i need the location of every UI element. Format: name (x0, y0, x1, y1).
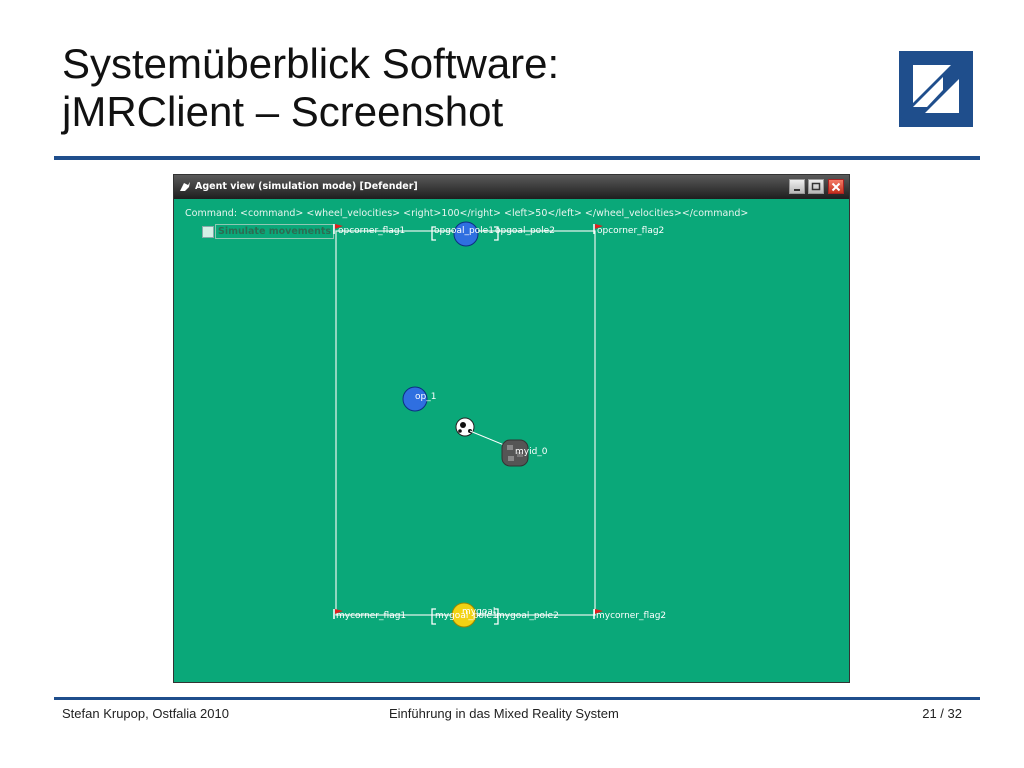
soccer-ball-icon (455, 417, 475, 437)
op-1-label: op_1 (415, 392, 436, 402)
ostfalia-logo-icon (899, 51, 973, 127)
opgoal-pole1-label: opgoal_pole1 (434, 226, 494, 236)
mygoal-pole2-label: mygoal_pole2 (496, 611, 559, 621)
slide-title-line1: Systemüberblick Software: (62, 40, 560, 87)
footer-rule (54, 697, 980, 700)
footer-topic: Einführung in das Mixed Reality System (389, 706, 619, 721)
footer-page-number: 21 / 32 (922, 706, 962, 721)
field-view: opcorner_flag1 opcorner_flag2 opgoal_pol… (333, 221, 666, 628)
mygoal-keeper-label: mygoal (462, 607, 495, 617)
agent-view-window: Agent view (simulation mode) [Defender] … (173, 174, 850, 683)
slide-title-line2: jMRClient – Screenshot (62, 88, 504, 135)
mycorner-flag1-label: mycorner_flag1 (336, 611, 406, 621)
myid-0-label: myid_0 (515, 447, 548, 457)
mycorner-flag2-label: mycorner_flag2 (596, 611, 666, 621)
opcorner-flag2-label: opcorner_flag2 (597, 226, 664, 236)
opcorner-flag1-label: opcorner_flag1 (338, 226, 405, 236)
header-rule (54, 156, 980, 160)
slide-title: Systemüberblick Software: jMRClient – Sc… (62, 40, 559, 136)
opgoal-pole2-label: opgoal_pole2 (495, 226, 555, 236)
footer-author: Stefan Krupop, Ostfalia 2010 (62, 706, 229, 721)
